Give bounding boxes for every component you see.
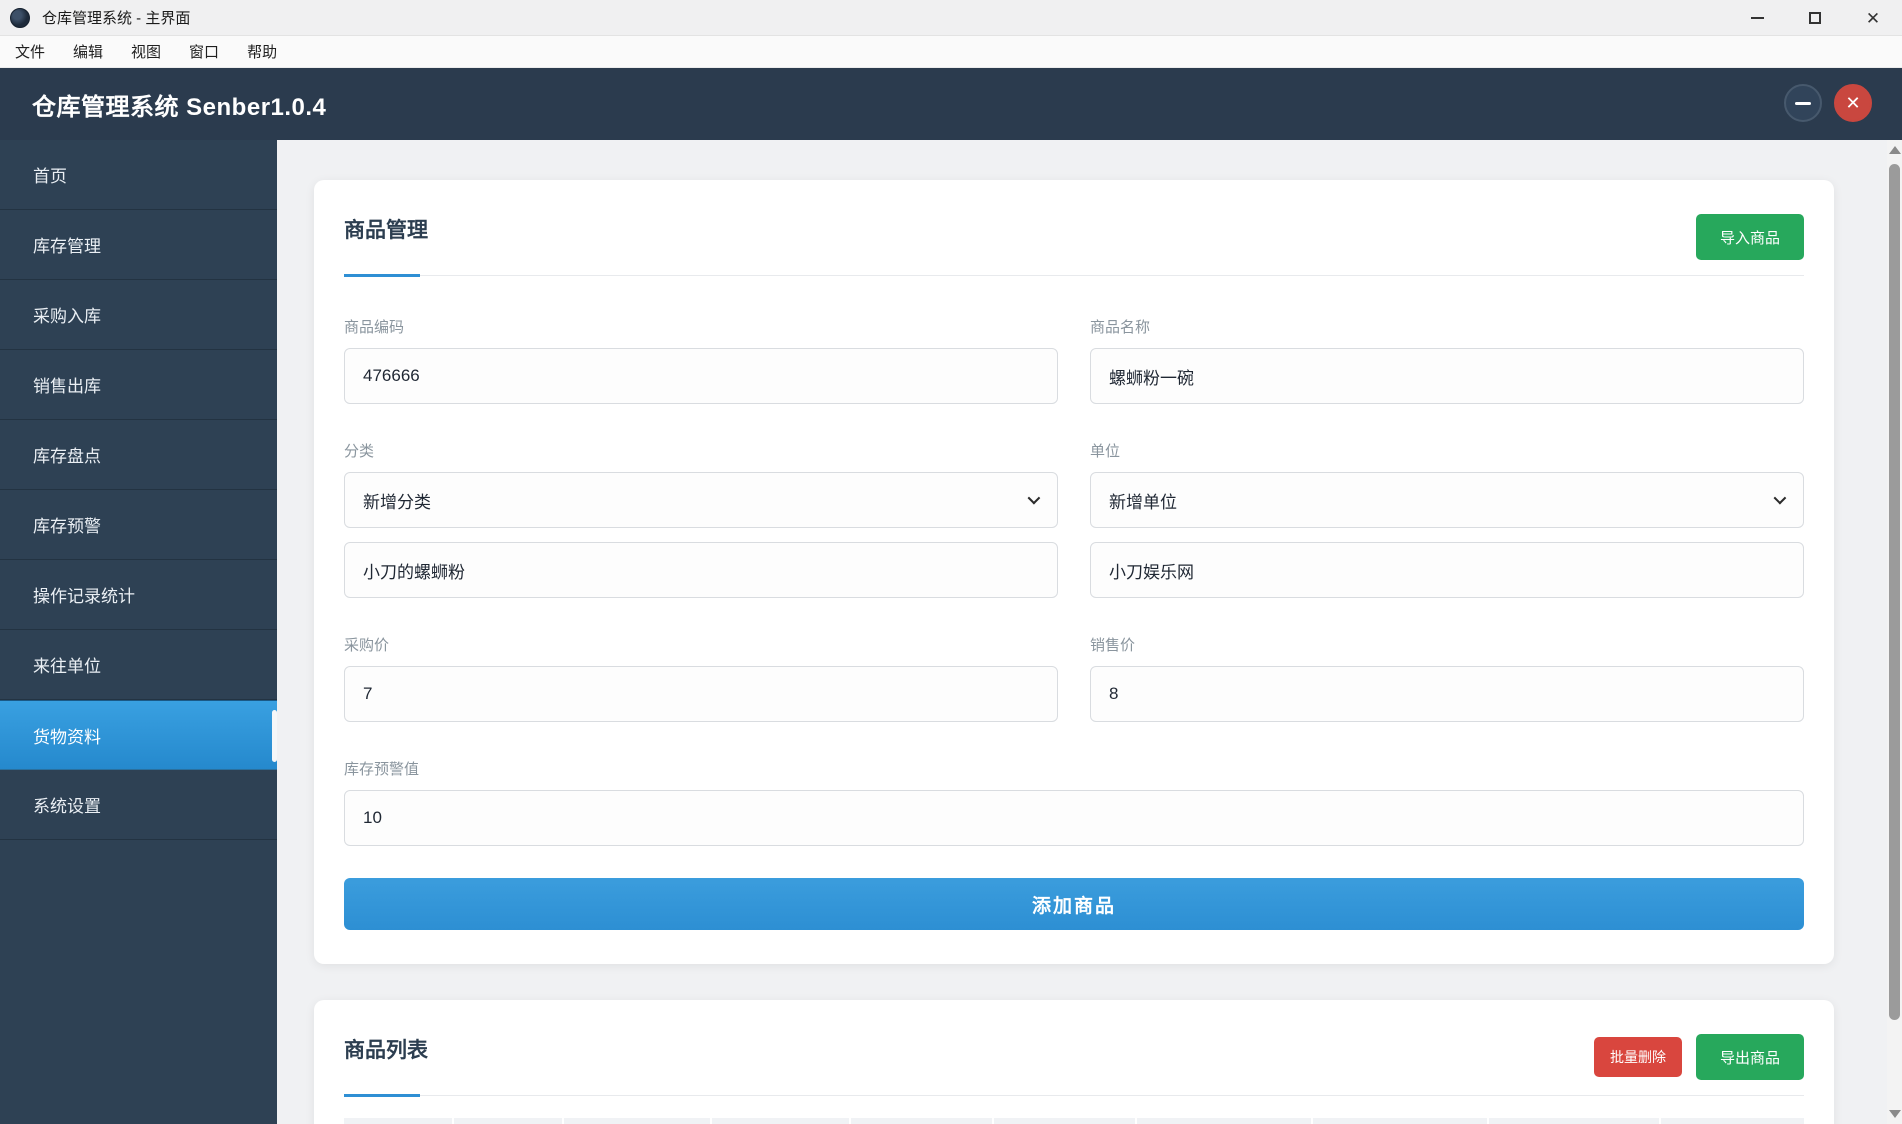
header-cell-actions: 操作 [1661,1118,1804,1124]
menu-view[interactable]: 视图 [131,41,161,62]
sidebar-item-sales-out[interactable]: 销售出库 [0,350,277,420]
sidebar-item-operation-log[interactable]: 操作记录统计 [0,560,277,630]
field-product-name: 商品名称 [1090,316,1804,404]
sidebar-item-partners[interactable]: 来往单位 [0,630,277,700]
field-product-code: 商品编码 [344,316,1058,404]
import-products-button[interactable]: 导入商品 [1695,214,1804,260]
header-cell-id: ID [454,1118,562,1124]
header-cell-warning-value: 预警值 [1489,1118,1659,1124]
window-close-button[interactable]: ✕ [1844,0,1902,36]
chevron-down-icon [1773,491,1787,505]
purchase-price-label: 采购价 [344,637,390,654]
os-titlebar: 仓库管理系统 - 主界面 ✕ [0,0,1902,36]
menu-window[interactable]: 窗口 [189,41,219,62]
header-cell-code: 编码 [564,1118,710,1124]
category-select[interactable]: 新增分类 [344,472,1058,528]
field-unit: 单位 新增单位 [1090,440,1804,598]
product-list-card: 商品列表 批量删除 导出商品 ID 编码 名称 分类 单位 采购价 销售价 预警… [314,1000,1834,1124]
scrollbar-thumb[interactable] [1889,164,1900,1020]
header-cell-purchase-price: 采购价 [1137,1118,1311,1124]
sidebar-item-stock-alert[interactable]: 库存预警 [0,490,277,560]
stock-warning-input[interactable] [344,790,1804,846]
field-sale-price: 销售价 [1090,634,1804,722]
purchase-price-input[interactable] [344,666,1058,722]
menu-bar: 文件 编辑 视图 窗口 帮助 [0,36,1902,68]
menu-edit[interactable]: 编辑 [73,41,103,62]
sale-price-label: 销售价 [1090,637,1136,654]
product-list-title: 商品列表 [344,1039,428,1062]
sidebar-item-inventory[interactable]: 库存管理 [0,210,277,280]
title-underline [344,274,1804,277]
maximize-icon [1809,12,1821,24]
sidebar-item-stocktake[interactable]: 库存盘点 [0,420,277,490]
unit-label: 单位 [1090,443,1121,460]
app-header: 仓库管理系统 Senber1.0.4 ✕ [0,68,1902,140]
field-purchase-price: 采购价 [344,634,1058,722]
menu-help[interactable]: 帮助 [247,41,277,62]
minimize-icon [1750,17,1764,19]
app-close-button[interactable]: ✕ [1834,84,1872,122]
close-icon: ✕ [1865,8,1881,28]
scroll-up-arrow-icon[interactable] [1889,146,1901,154]
new-category-input[interactable] [344,542,1058,598]
field-stock-warning: 库存预警值 [344,758,1804,846]
sidebar-item-home[interactable]: 首页 [0,140,277,210]
app-title: 仓库管理系统 Senber1.0.4 [32,93,327,121]
product-table-header: ID 编码 名称 分类 单位 采购价 销售价 预警值 操作 [344,1118,1804,1124]
menu-file[interactable]: 文件 [15,41,45,62]
new-unit-input[interactable] [1090,542,1804,598]
main-content: 商品管理 导入商品 商品编码 商品名称 分类 新增分类 单位 [277,140,1887,1124]
window-title: 仓库管理系统 - 主界面 [42,10,191,27]
add-product-button[interactable]: 添加商品 [344,878,1804,930]
header-cell-unit: 单位 [994,1118,1135,1124]
unit-select[interactable]: 新增单位 [1090,472,1804,528]
sidebar-item-goods-data[interactable]: 货物资料 [0,700,277,770]
field-category: 分类 新增分类 [344,440,1058,598]
product-name-label: 商品名称 [1090,319,1151,336]
window-maximize-button[interactable] [1786,0,1844,36]
sidebar-nav: 首页 库存管理 采购入库 销售出库 库存盘点 库存预警 操作记录统计 来往单位 … [0,140,277,1124]
stock-warning-label: 库存预警值 [344,761,420,778]
scroll-down-arrow-icon[interactable] [1889,1110,1901,1118]
category-label: 分类 [344,443,375,460]
header-cell-sale-price: 销售价 [1313,1118,1487,1124]
sale-price-input[interactable] [1090,666,1804,722]
app-icon [10,7,30,28]
sidebar-item-purchase-in[interactable]: 采购入库 [0,280,277,350]
header-cell-category: 分类 [851,1118,992,1124]
product-code-label: 商品编码 [344,319,405,336]
chevron-down-icon [1027,491,1041,505]
sidebar-item-settings[interactable]: 系统设置 [0,770,277,840]
app-minimize-button[interactable] [1784,84,1822,122]
vertical-scrollbar[interactable] [1887,140,1902,1124]
close-icon: ✕ [1845,92,1861,113]
product-code-input[interactable] [344,348,1058,404]
batch-delete-button[interactable]: 批量删除 [1593,1037,1682,1077]
product-form-title: 商品管理 [344,219,428,242]
window-minimize-button[interactable] [1728,0,1786,36]
title-underline [344,1094,1804,1097]
header-cell-name: 名称 [712,1118,849,1124]
export-products-button[interactable]: 导出商品 [1695,1034,1804,1080]
minimize-icon [1795,101,1811,105]
header-cell-select [344,1118,452,1124]
product-name-input[interactable] [1090,348,1804,404]
product-form-card: 商品管理 导入商品 商品编码 商品名称 分类 新增分类 单位 [314,180,1834,964]
